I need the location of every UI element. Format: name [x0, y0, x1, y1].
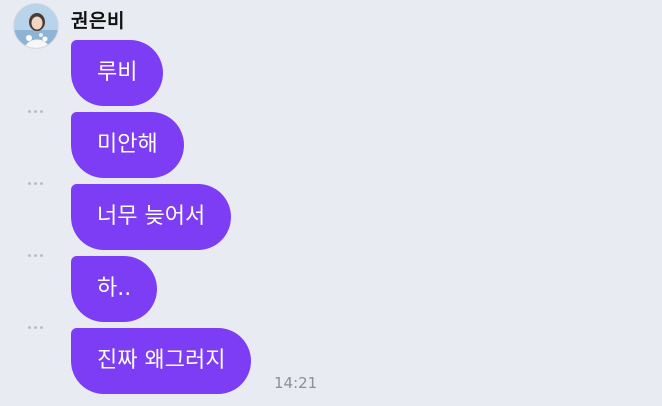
more-options-icon[interactable]	[26, 182, 46, 188]
message-bubble[interactable]: 미안해	[71, 112, 184, 178]
message-bubble[interactable]: 루비	[71, 40, 164, 106]
message-bubble[interactable]: 하..	[71, 256, 158, 322]
message-timestamp: 14:21	[274, 374, 318, 392]
message-bubble[interactable]: 진짜 왜그러지	[71, 328, 252, 394]
more-options-icon[interactable]	[26, 254, 46, 260]
message-bubble[interactable]: 너무 늦어서	[71, 184, 232, 250]
more-options-icon[interactable]	[26, 326, 46, 332]
more-options-icon[interactable]	[26, 110, 46, 116]
sender-avatar[interactable]	[13, 3, 59, 49]
sender-name: 권은비	[71, 10, 125, 32]
profile-photo-icon	[14, 4, 58, 48]
